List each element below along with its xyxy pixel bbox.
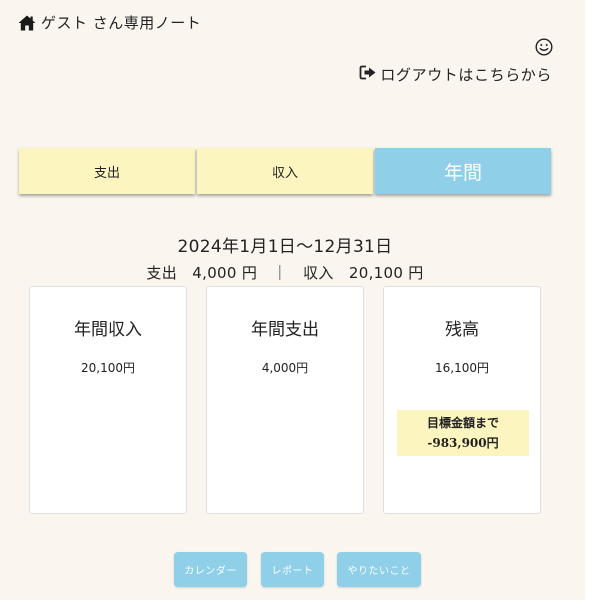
calendar-button-label: カレンダー [184,566,237,577]
balance-card: 残高 16,100円 目標金額まで -983,900円 [383,286,541,514]
calendar-button[interactable]: カレンダー [174,552,247,587]
card-title: 残高 [445,320,479,340]
tab-income-label: 収入 [271,165,298,181]
tab-bar: 支出 収入 年間 [19,148,551,194]
annual-expense-card: 年間支出 4,000円 [206,286,364,514]
page: ゲスト さん専用ノート ログアウトはこちらから 支出 収入 年間 2024年1月… [0,0,585,600]
logout-icon [359,65,377,84]
goal-label: 目標金額まで [426,416,499,430]
card-value: 4,000円 [261,361,309,375]
tab-annual[interactable]: 年間 [375,148,551,194]
tab-expense[interactable]: 支出 [19,148,195,194]
todo-button[interactable]: やりたいこと [337,552,421,587]
logout-link[interactable]: ログアウトはこちらから [359,64,552,85]
card-value: 20,100円 [81,361,135,375]
report-button[interactable]: レポート [261,552,324,587]
goal-value: -983,900円 [427,436,499,450]
period-range: 2024年1月1日〜12月31日 [177,237,393,257]
home-icon[interactable] [18,15,36,31]
card-title: 年間収入 [74,320,142,340]
todo-button-label: やりたいこと [347,566,411,577]
summary-line: 支出 4,000 円 ｜ 収入 20,100 円 [146,264,424,282]
header-title: ゲスト さん専用ノート [18,12,201,33]
card-value: 16,100円 [435,361,489,375]
tab-expense-label: 支出 [93,165,120,181]
header-title-text: ゲスト さん専用ノート [41,14,202,32]
tab-income[interactable]: 収入 [197,148,373,194]
report-button-label: レポート [271,566,314,577]
annual-income-card: 年間収入 20,100円 [29,286,187,514]
goal-box: 目標金額まで -983,900円 [397,410,529,456]
card-title: 年間支出 [251,320,319,340]
tab-annual-label: 年間 [443,161,482,184]
smile-icon [535,38,553,56]
logout-label: ログアウトはこちらから [380,66,552,84]
